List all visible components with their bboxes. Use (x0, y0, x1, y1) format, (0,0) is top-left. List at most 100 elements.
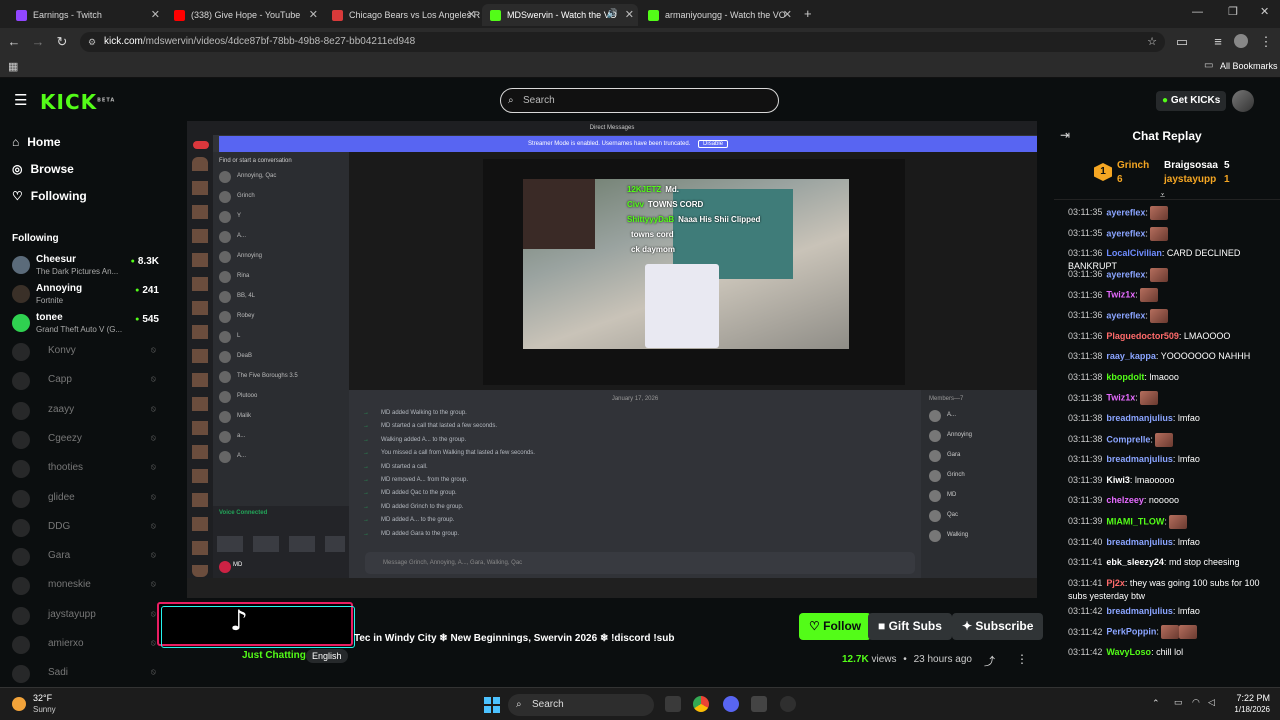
chat-username[interactable]: raay_kappa (1106, 351, 1156, 361)
followed-channel-live[interactable]: Annoying Fortnite 241 (12, 282, 162, 310)
chat-username[interactable]: chelzeey (1106, 495, 1144, 505)
close-tab-icon[interactable]: ✕ (783, 8, 792, 21)
followed-channel-offline[interactable]: Konvy ⦸ (12, 340, 162, 368)
chrome-icon[interactable] (693, 696, 709, 712)
media-controls-icon[interactable]: ≡ (1210, 34, 1226, 49)
browser-tab[interactable]: Chicago Bears vs Los Angeles R ✕ (324, 4, 480, 26)
chat-username[interactable]: MIAMI_TLOW (1106, 516, 1164, 526)
browser-tab[interactable]: (338) Give Hope - YouTube ✕ (166, 4, 322, 26)
more-options-icon[interactable]: ⋮ (1016, 652, 1028, 666)
taskbar-search[interactable]: ⌕ Search (508, 694, 654, 716)
browser-menu-icon[interactable]: ⋮ (1258, 34, 1274, 50)
kick-logo[interactable]: KICKBETA (40, 90, 115, 114)
browser-tab[interactable]: armaniyoungg - Watch the VO ✕ (640, 4, 796, 26)
url-bar[interactable]: ⚙ kick.com/mdswervin/videos/4dce87bf-78b… (80, 32, 1165, 52)
chat-username[interactable]: PerkPoppin (1106, 627, 1156, 637)
close-tab-icon[interactable]: ✕ (151, 8, 160, 21)
all-bookmarks-link[interactable]: All Bookmarks (1220, 61, 1278, 71)
followed-channel-offline[interactable]: thooties ⦸ (12, 457, 162, 485)
followed-channel-offline[interactable]: Gara ⦸ (12, 545, 162, 573)
chat-username[interactable]: LocalCivilian (1106, 248, 1162, 258)
volume-icon[interactable]: ◁ (1208, 697, 1215, 708)
followed-channel-offline[interactable]: Cgeezy ⦸ (12, 428, 162, 456)
chat-username[interactable]: Comprelle (1106, 434, 1150, 444)
clock-date[interactable]: 1/18/2026 (1216, 705, 1270, 714)
discord-icon[interactable] (723, 696, 739, 712)
network-icon[interactable]: ▭ (1174, 697, 1183, 708)
speaker-icon[interactable]: 🔊 (607, 8, 618, 19)
back-button[interactable]: ← (6, 34, 22, 49)
chat-username[interactable]: breadmanjulius (1106, 606, 1173, 616)
chat-username[interactable]: Kiwi3 (1106, 475, 1130, 485)
wifi-icon[interactable]: ◠ (1192, 697, 1200, 708)
share-icon[interactable]: ⤴ (984, 653, 995, 669)
chat-username[interactable]: ayereflex (1106, 310, 1145, 320)
chat-username[interactable]: ayereflex (1106, 228, 1145, 238)
sidebar-item-following[interactable]: ♡ Following (12, 189, 87, 203)
followed-channel-offline[interactable]: glidee ⦸ (12, 487, 162, 515)
followed-channel-offline[interactable]: zaayy ⦸ (12, 399, 162, 427)
followed-channel-offline[interactable]: Capp ⦸ (12, 369, 162, 397)
chat-username[interactable]: Plaguedoctor509 (1106, 331, 1179, 341)
chat-username[interactable]: breadmanjulius (1106, 537, 1173, 547)
sun-icon[interactable] (12, 697, 26, 711)
close-tab-icon[interactable]: ✕ (309, 8, 318, 21)
followed-channel-offline[interactable]: jaystayupp ⦸ (12, 604, 162, 632)
search-input[interactable]: ⌕ Search (500, 88, 779, 113)
chat-username[interactable]: Twiz1x (1106, 290, 1135, 300)
site-info-icon[interactable]: ⚙ (88, 32, 96, 52)
followed-channel-offline[interactable]: amierxo ⦸ (12, 633, 162, 661)
chevron-up-icon[interactable]: ⌃ (1152, 698, 1160, 709)
category-link[interactable]: Just Chatting (242, 650, 306, 661)
chat-username[interactable]: ayereflex (1106, 269, 1145, 279)
reload-button[interactable]: ↻ (54, 34, 70, 50)
chat-username[interactable]: kbopdolt (1106, 372, 1144, 382)
followed-channel-offline[interactable]: DDG ⦸ (12, 516, 162, 544)
sidebar-item-home[interactable]: ⌂ Home (12, 135, 61, 149)
chat-username[interactable]: ebk_sleezy24 (1106, 557, 1164, 567)
new-tab-button[interactable]: + (804, 6, 812, 21)
subscribe-button[interactable]: ✦ Subscribe (952, 613, 1044, 640)
chat-username[interactable]: breadmanjulius (1106, 454, 1173, 464)
close-tab-icon[interactable]: ✕ (467, 8, 476, 21)
minimize-button[interactable]: — (1192, 6, 1203, 18)
weather-condition[interactable]: Sunny (33, 705, 56, 714)
clock-time[interactable]: 7:22 PM (1226, 693, 1270, 703)
bookmark-star-icon[interactable]: ☆ (1147, 32, 1157, 52)
sidebar-item-browse[interactable]: ◎ Browse (12, 162, 74, 176)
hamburger-menu-icon[interactable]: ☰ (14, 91, 27, 109)
browser-tab[interactable]: Earnings - Twitch ✕ (8, 4, 164, 26)
expand-icon[interactable]: ⩡ (1160, 190, 1165, 201)
chat-username[interactable]: ayereflex (1106, 207, 1145, 217)
chat-timestamp: 03:11:41 (1068, 577, 1103, 588)
tab-search-icon[interactable]: ▭ (1174, 34, 1190, 50)
chat-username[interactable]: Twiz1x (1106, 393, 1135, 403)
weather-temp[interactable]: 32°F (33, 693, 52, 703)
user-avatar[interactable] (1232, 90, 1254, 112)
profile-avatar[interactable] (1234, 34, 1248, 48)
language-tag[interactable]: English (306, 649, 348, 663)
get-kicks-button[interactable]: ● Get KICKs (1156, 91, 1227, 111)
follow-button[interactable]: ♡ Follow (799, 613, 872, 640)
followed-channel-live[interactable]: Cheesur The Dark Pictures An... 8.3K (12, 253, 162, 281)
close-tab-icon[interactable]: ✕ (625, 8, 634, 21)
chat-username[interactable]: Pj2x (1106, 578, 1125, 588)
gift-count: 6 (1117, 174, 1123, 185)
followed-channel-live[interactable]: tonee Grand Theft Auto V (G... 545 (12, 311, 162, 339)
app-icon[interactable] (780, 696, 796, 712)
task-view-icon[interactable] (665, 696, 681, 712)
maximize-button[interactable]: ❐ (1228, 5, 1238, 18)
forward-button[interactable]: → (30, 34, 46, 49)
dm-item: Rina (219, 270, 339, 286)
capcut-icon[interactable] (751, 696, 767, 712)
apps-grid-icon[interactable]: ▦ (8, 60, 18, 73)
gift-subs-button[interactable]: ■ Gift Subs (868, 613, 952, 640)
video-player[interactable]: Direct Messages Streamer Mode is enabled… (187, 121, 1037, 598)
chat-username[interactable]: WavyLoso (1106, 647, 1151, 657)
followed-channel-offline[interactable]: moneskie ⦸ (12, 574, 162, 602)
close-window-button[interactable]: ✕ (1260, 5, 1269, 18)
chat-username[interactable]: breadmanjulius (1106, 413, 1173, 423)
avatar (219, 231, 231, 243)
start-button[interactable] (484, 697, 500, 713)
browser-tab-active[interactable]: MDSwervin - Watch the VO 🔊 ✕ (482, 4, 638, 26)
